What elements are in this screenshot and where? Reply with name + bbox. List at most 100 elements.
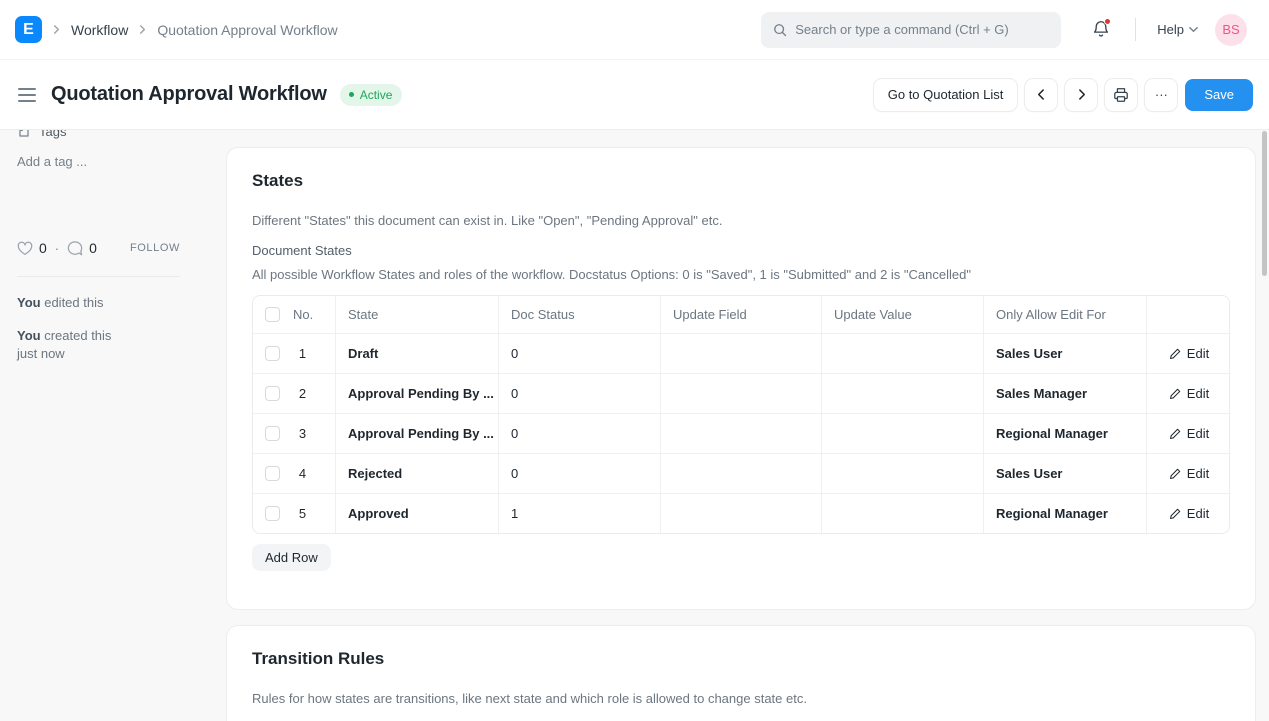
- save-button[interactable]: Save: [1185, 79, 1253, 111]
- only-allow-edit-for-cell[interactable]: Sales User: [984, 454, 1147, 493]
- update-value-cell[interactable]: [822, 414, 984, 453]
- edited-who: You: [17, 295, 41, 310]
- state-cell[interactable]: Approved: [336, 494, 499, 533]
- col-only-allow-edit-for: Only Allow Edit For: [984, 296, 1147, 333]
- status-badge: Active: [340, 84, 403, 106]
- update-value-cell[interactable]: [822, 334, 984, 373]
- update-value-cell[interactable]: [822, 494, 984, 533]
- page-title: Quotation Approval Workflow: [51, 83, 327, 106]
- row-checkbox[interactable]: [265, 426, 280, 441]
- page-scrollbar[interactable]: [1262, 131, 1267, 276]
- search-input[interactable]: [795, 22, 1049, 37]
- user-avatar[interactable]: BS: [1215, 14, 1247, 46]
- update-field-cell[interactable]: [661, 454, 822, 493]
- tags-section[interactable]: Tags: [17, 130, 180, 139]
- update-value-cell[interactable]: [822, 374, 984, 413]
- state-cell[interactable]: Rejected: [336, 454, 499, 493]
- breadcrumb-workflow[interactable]: Workflow: [71, 22, 128, 38]
- follow-button[interactable]: FOLLOW: [130, 242, 180, 254]
- created-activity: You created this just now: [17, 327, 180, 363]
- table-row[interactable]: 1 Draft 0 Sales User Edit: [253, 333, 1229, 373]
- chevron-down-icon: [1189, 25, 1198, 34]
- update-field-cell[interactable]: [661, 334, 822, 373]
- col-update-field: Update Field: [661, 296, 822, 333]
- only-allow-edit-for-cell[interactable]: Regional Manager: [984, 414, 1147, 453]
- only-allow-edit-for-cell[interactable]: Sales Manager: [984, 374, 1147, 413]
- created-text: created this: [44, 328, 111, 343]
- states-section-title: States: [252, 171, 1230, 191]
- print-button[interactable]: [1105, 79, 1137, 111]
- state-cell[interactable]: Draft: [336, 334, 499, 373]
- table-row[interactable]: 4 Rejected 0 Sales User Edit: [253, 453, 1229, 493]
- row-checkbox[interactable]: [265, 386, 280, 401]
- doc-status-cell[interactable]: 0: [499, 454, 661, 493]
- state-cell[interactable]: Approval Pending By ...: [336, 374, 499, 413]
- row-edit-button[interactable]: Edit: [1169, 466, 1209, 481]
- row-edit-button[interactable]: Edit: [1169, 346, 1209, 361]
- pencil-icon: [1169, 348, 1181, 360]
- more-menu-button[interactable]: ···: [1145, 79, 1177, 111]
- only-allow-edit-for-cell[interactable]: Sales User: [984, 334, 1147, 373]
- created-who: You: [17, 328, 41, 343]
- divider: [1135, 18, 1136, 41]
- chevron-right-icon: [52, 25, 61, 34]
- chevron-left-icon: [1036, 89, 1047, 100]
- notifications-bell-icon[interactable]: [1092, 20, 1110, 39]
- help-label: Help: [1157, 22, 1184, 37]
- states-grid: No. State Doc Status Update Field Update…: [252, 295, 1230, 534]
- heart-icon[interactable]: [17, 241, 33, 256]
- chevron-right-icon: [1076, 89, 1087, 100]
- document-states-help: All possible Workflow States and roles o…: [252, 267, 1230, 282]
- breadcrumb-current[interactable]: Quotation Approval Workflow: [157, 22, 337, 38]
- add-row-button[interactable]: Add Row: [252, 544, 331, 571]
- next-document-button[interactable]: [1065, 79, 1097, 111]
- table-row[interactable]: 5 Approved 1 Regional Manager Edit: [253, 493, 1229, 533]
- help-menu[interactable]: Help: [1157, 22, 1198, 37]
- pencil-icon: [1169, 428, 1181, 440]
- col-doc-status: Doc Status: [499, 296, 661, 333]
- col-state: State: [336, 296, 499, 333]
- transitions-section-description: Rules for how states are transitions, li…: [252, 691, 1230, 706]
- edited-activity: You edited this: [17, 294, 180, 312]
- update-field-cell[interactable]: [661, 414, 822, 453]
- table-row[interactable]: 2 Approval Pending By ... 0 Sales Manage…: [253, 373, 1229, 413]
- col-no: No.: [293, 307, 313, 322]
- row-number: 3: [280, 426, 325, 441]
- page-head: Quotation Approval Workflow Active Go to…: [0, 60, 1269, 130]
- global-search[interactable]: [761, 12, 1061, 48]
- doc-status-cell[interactable]: 1: [499, 494, 661, 533]
- only-allow-edit-for-cell[interactable]: Regional Manager: [984, 494, 1147, 533]
- row-edit-button[interactable]: Edit: [1169, 426, 1209, 441]
- grid-header-row: No. State Doc Status Update Field Update…: [253, 296, 1229, 333]
- table-row[interactable]: 3 Approval Pending By ... 0 Regional Man…: [253, 413, 1229, 453]
- select-all-checkbox[interactable]: [265, 307, 280, 322]
- row-edit-button[interactable]: Edit: [1169, 386, 1209, 401]
- document-states-label: Document States: [252, 243, 1230, 258]
- row-edit-button[interactable]: Edit: [1169, 506, 1209, 521]
- update-field-cell[interactable]: [661, 374, 822, 413]
- sidebar-toggle-icon[interactable]: [18, 88, 36, 102]
- update-value-cell[interactable]: [822, 454, 984, 493]
- form-body: States Different "States" this document …: [226, 130, 1269, 721]
- doc-status-cell[interactable]: 0: [499, 334, 661, 373]
- row-number: 5: [280, 506, 325, 521]
- comment-icon[interactable]: [67, 241, 83, 256]
- add-tag-input[interactable]: Add a tag ...: [17, 154, 180, 169]
- app-logo-icon[interactable]: E: [15, 16, 42, 43]
- states-section-description: Different "States" this document can exi…: [252, 213, 1230, 228]
- update-field-cell[interactable]: [661, 494, 822, 533]
- go-to-quotation-list-button[interactable]: Go to Quotation List: [874, 79, 1018, 111]
- separator-dot: ·: [55, 241, 59, 256]
- state-cell[interactable]: Approval Pending By ...: [336, 414, 499, 453]
- pencil-icon: [1169, 468, 1181, 480]
- prev-document-button[interactable]: [1025, 79, 1057, 111]
- divider: [17, 276, 180, 277]
- edited-text: edited this: [44, 295, 103, 310]
- row-checkbox[interactable]: [265, 506, 280, 521]
- doc-status-cell[interactable]: 0: [499, 374, 661, 413]
- printer-icon: [1113, 87, 1129, 103]
- doc-status-cell[interactable]: 0: [499, 414, 661, 453]
- row-checkbox[interactable]: [265, 466, 280, 481]
- row-number: 2: [280, 386, 325, 401]
- row-checkbox[interactable]: [265, 346, 280, 361]
